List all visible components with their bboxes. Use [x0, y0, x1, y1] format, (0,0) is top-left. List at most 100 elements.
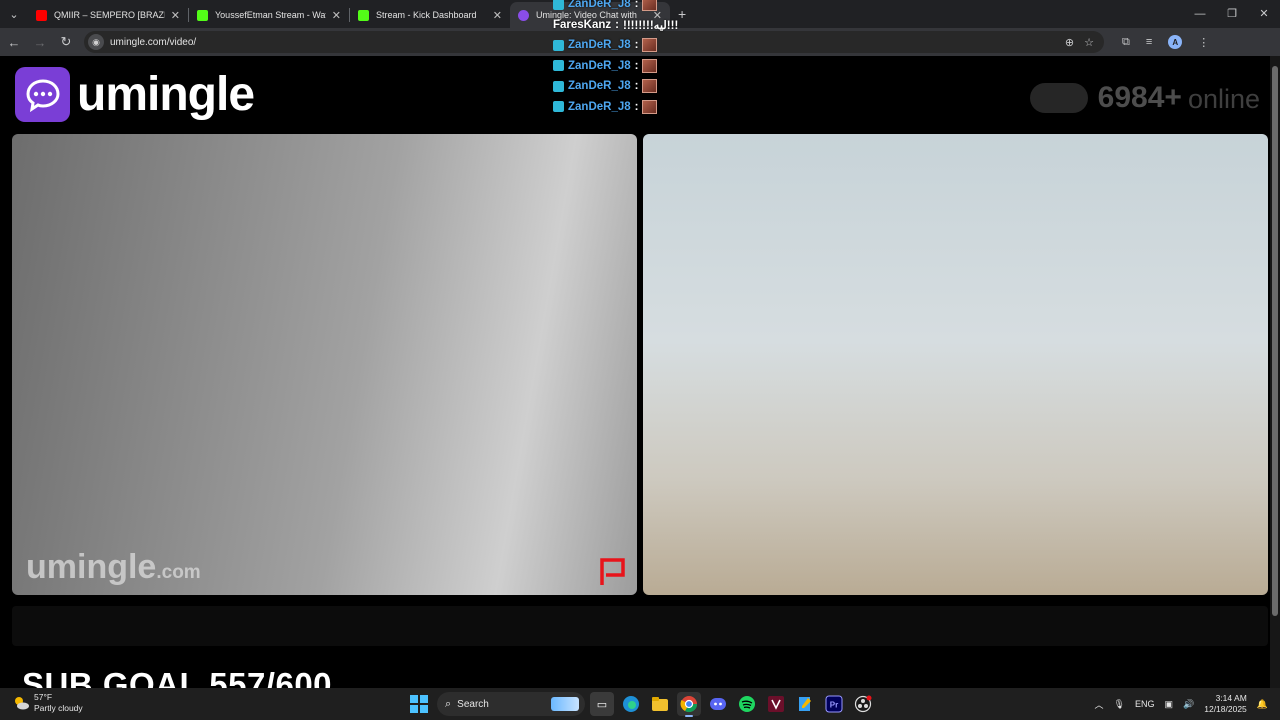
- windows-start-icon[interactable]: [410, 695, 428, 713]
- folder-icon[interactable]: [648, 692, 672, 716]
- weather-widget[interactable]: 57°F Partly cloudy: [12, 692, 83, 714]
- clock-date: 12/18/2025: [1204, 704, 1247, 714]
- profile-avatar[interactable]: A: [1168, 35, 1183, 49]
- chat-input-bar[interactable]: [12, 606, 1268, 646]
- chat-badge-icon: [553, 101, 564, 113]
- partly-cloudy-icon: [15, 697, 29, 710]
- network-icon[interactable]: ▣: [1165, 699, 1174, 710]
- toolbar-actions: ⧉ ≡ A ⋮: [1122, 35, 1209, 49]
- weather-temp: 57°F: [34, 692, 53, 702]
- tab-youtube[interactable]: QMIIR – SEMPERO [BRAZILIAN ✕: [28, 2, 188, 28]
- chat-separator: :: [634, 80, 639, 93]
- search-highlight-icon: [551, 697, 579, 711]
- new-tab-icon[interactable]: +: [678, 6, 686, 22]
- menu-icon[interactable]: ⋮: [1198, 36, 1209, 49]
- clock-time: 3:14 AM: [1215, 693, 1247, 703]
- chat-emote-icon: [642, 0, 658, 12]
- chat-username: ZanDeR_J8: [568, 59, 631, 72]
- report-flag-icon[interactable]: [597, 555, 629, 587]
- chat-separator: :: [634, 59, 639, 72]
- chat-bubble-icon: [15, 67, 70, 122]
- online-label: online: [1187, 84, 1260, 114]
- tab-title: QMIIR – SEMPERO [BRAZILIAN: [54, 10, 165, 20]
- chat-message: FaresKanz : !!!!!!!!ليه!!!: [553, 15, 678, 36]
- restore-icon[interactable]: ❐: [1216, 0, 1248, 28]
- tab-title: YoussefEtman Stream - Watch L: [215, 10, 326, 20]
- umingle-icon: [518, 9, 529, 21]
- online-toggle[interactable]: [1029, 82, 1088, 113]
- close-icon[interactable]: ✕: [171, 9, 180, 22]
- taskbar-search[interactable]: ⌕ Search: [437, 692, 585, 716]
- taskbar-clock[interactable]: 3:14 AM 12/18/2025: [1204, 693, 1247, 715]
- chat-badge-icon: [553, 0, 564, 10]
- close-icon[interactable]: ✕: [332, 9, 341, 22]
- edge-icon[interactable]: [619, 692, 643, 716]
- close-window-icon[interactable]: ✕: [1248, 0, 1280, 28]
- windows-taskbar: 57°F Partly cloudy ⌕ Search ▭ Pr ︿ 🎙 ENG…: [0, 688, 1280, 720]
- chat-message: ZanDeR_J8 :: [553, 56, 678, 77]
- umingle-logo[interactable]: umingle: [15, 67, 255, 122]
- tab-kick-dashboard[interactable]: Stream - Kick Dashboard ✕: [350, 2, 510, 28]
- zoom-icon[interactable]: ⊕: [1065, 36, 1074, 49]
- scrollbar-thumb[interactable]: [1272, 66, 1278, 616]
- search-label: Search: [457, 698, 489, 710]
- chat-badge-icon: [553, 60, 564, 72]
- url-text[interactable]: umingle.com/video/: [110, 37, 196, 48]
- chat-separator: :: [615, 18, 620, 31]
- chat-username: ZanDeR_J8: [568, 0, 631, 11]
- language-indicator[interactable]: ENG: [1135, 699, 1155, 709]
- spotify-icon[interactable]: [735, 692, 759, 716]
- discord-icon[interactable]: [706, 692, 730, 716]
- notification-bell-icon[interactable]: 🔔: [1257, 699, 1268, 710]
- weather-desc: Partly cloudy: [34, 703, 83, 713]
- online-count: 6984+: [1097, 80, 1182, 114]
- chat-message: ZanDeR_J8 :: [553, 0, 678, 15]
- chat-message: ZanDeR_J8 :: [553, 76, 678, 97]
- omnibox-actions: ⊕ ☆: [1065, 36, 1104, 49]
- minimize-icon[interactable]: —: [1184, 0, 1216, 28]
- back-icon[interactable]: ←: [2, 35, 26, 50]
- file-explorer-icon[interactable]: ▭: [590, 692, 614, 716]
- chat-username: ZanDeR_J8: [568, 100, 631, 113]
- tab-title: Stream - Kick Dashboard: [376, 10, 477, 20]
- tab-kick-stream[interactable]: YoussefEtman Stream - Watch L ✕: [189, 2, 349, 28]
- chat-separator: :: [634, 100, 639, 113]
- chat-separator: :: [634, 0, 639, 11]
- chat-emote-icon: [642, 58, 658, 73]
- umingle-watermark: umingle.com: [26, 548, 201, 587]
- close-icon[interactable]: ✕: [493, 9, 502, 22]
- vegas-icon[interactable]: [764, 692, 788, 716]
- tab-search-icon[interactable]: ⌄: [0, 0, 28, 28]
- youtube-icon: [36, 9, 47, 21]
- weather-text: 57°F Partly cloudy: [34, 692, 83, 714]
- logo-text: umingle: [77, 68, 255, 121]
- taskbar-apps: ▭ Pr: [590, 692, 875, 717]
- stranger-video: umingle.com: [12, 134, 637, 595]
- chat-message: ZanDeR_J8 :: [553, 97, 678, 118]
- svg-text:Pr: Pr: [830, 701, 838, 710]
- watermark-text: umingle: [26, 548, 157, 586]
- chat-username: ZanDeR_J8: [568, 39, 631, 52]
- chat-badge-icon: [553, 39, 564, 51]
- volume-icon[interactable]: 🔊: [1183, 699, 1194, 710]
- premiere-icon[interactable]: Pr: [822, 692, 846, 716]
- extensions-icon[interactable]: ⧉: [1122, 36, 1130, 49]
- obs-icon[interactable]: [851, 692, 875, 716]
- online-status: 6984+ online: [1029, 80, 1260, 115]
- site-info-icon[interactable]: ◉: [88, 34, 104, 50]
- page-scrollbar[interactable]: [1270, 56, 1280, 688]
- chrome-icon[interactable]: [677, 692, 701, 717]
- chat-emote-icon: [642, 99, 658, 114]
- watermark-suffix: .com: [156, 562, 201, 583]
- microphone-icon[interactable]: 🎙: [1114, 699, 1125, 710]
- forward-icon[interactable]: →: [28, 35, 52, 50]
- window-controls: — ❐ ✕: [1184, 0, 1280, 28]
- bookmark-star-icon[interactable]: ☆: [1084, 36, 1094, 49]
- chat-separator: :: [634, 39, 639, 52]
- system-tray: ︿ 🎙 ENG ▣ 🔊 3:14 AM 12/18/2025 🔔: [1095, 688, 1268, 720]
- reload-icon[interactable]: ↻: [54, 34, 78, 50]
- chevron-up-icon[interactable]: ︿: [1095, 698, 1104, 711]
- chat-message: ZanDeR_J8 :: [553, 35, 678, 56]
- media-controls-icon[interactable]: ≡: [1146, 36, 1152, 48]
- notepad-icon[interactable]: [793, 692, 817, 716]
